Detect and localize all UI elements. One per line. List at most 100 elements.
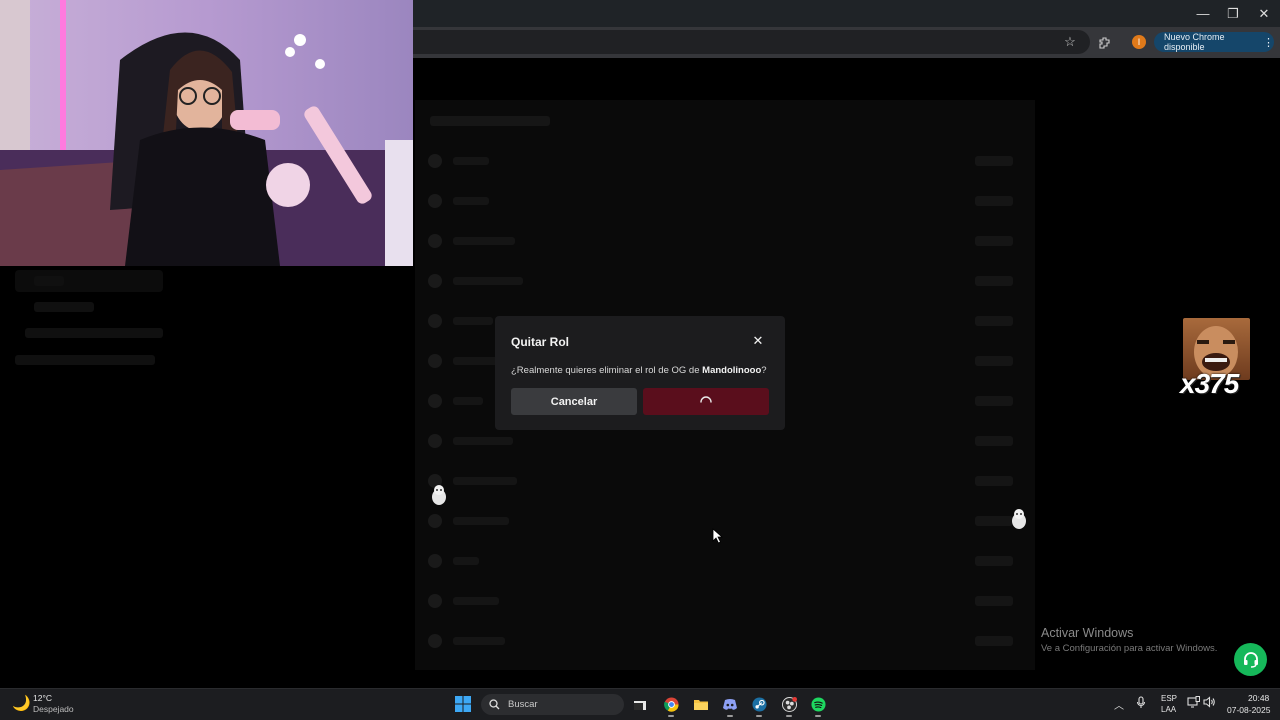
taskbar-search[interactable]: Buscar bbox=[481, 694, 624, 715]
member-row[interactable] bbox=[425, 151, 1025, 171]
input-layout[interactable]: LAA bbox=[1161, 705, 1176, 714]
microphone-icon[interactable] bbox=[1136, 696, 1146, 712]
close-window-button[interactable]: ✕ bbox=[1247, 0, 1280, 27]
member-name bbox=[453, 517, 509, 525]
member-name bbox=[453, 557, 479, 565]
member-avatar bbox=[428, 354, 442, 368]
member-avatar bbox=[428, 154, 442, 168]
member-action-button[interactable] bbox=[975, 196, 1013, 206]
volume-icon[interactable] bbox=[1203, 696, 1216, 711]
mouse-cursor-icon bbox=[712, 528, 724, 549]
member-name bbox=[453, 477, 517, 485]
dialog-message: ¿Realmente quieres eliminar el rol de OG… bbox=[511, 365, 767, 376]
member-name bbox=[453, 637, 505, 645]
member-action-button[interactable] bbox=[975, 476, 1013, 486]
bookmark-star-icon[interactable]: ☆ bbox=[1060, 33, 1080, 51]
member-action-button[interactable] bbox=[975, 316, 1013, 326]
member-row[interactable] bbox=[425, 631, 1025, 651]
sidebar-item[interactable] bbox=[34, 276, 64, 286]
member-name bbox=[453, 437, 513, 445]
minimize-button[interactable]: — bbox=[1186, 0, 1220, 27]
webcam-overlay bbox=[0, 0, 413, 266]
member-action-button[interactable] bbox=[975, 556, 1013, 566]
member-row[interactable] bbox=[425, 431, 1025, 451]
member-name bbox=[453, 237, 515, 245]
member-row[interactable] bbox=[425, 191, 1025, 211]
member-avatar bbox=[428, 314, 442, 328]
tray-chevron-up-icon[interactable]: ︿ bbox=[1114, 697, 1124, 712]
sidebar-item[interactable] bbox=[34, 302, 94, 312]
members-panel-header bbox=[430, 116, 550, 126]
sidebar-item[interactable] bbox=[25, 328, 163, 338]
member-name bbox=[453, 197, 489, 205]
member-name bbox=[453, 157, 489, 165]
remove-role-dialog: Quitar Rol ✕ ¿Realmente quieres eliminar… bbox=[495, 316, 785, 430]
extensions-icon[interactable] bbox=[1094, 33, 1114, 51]
member-name bbox=[453, 277, 523, 285]
dialog-username: Mandolinooo bbox=[702, 365, 762, 376]
close-icon[interactable]: ✕ bbox=[749, 332, 767, 350]
dialog-title: Quitar Rol bbox=[511, 335, 570, 349]
member-avatar bbox=[428, 434, 442, 448]
weather-description[interactable]: Despejado bbox=[33, 704, 74, 714]
member-row[interactable] bbox=[425, 511, 1025, 531]
member-name bbox=[453, 397, 483, 405]
pet-sticker bbox=[431, 484, 447, 506]
search-placeholder: Buscar bbox=[508, 699, 538, 710]
member-row[interactable] bbox=[425, 471, 1025, 491]
member-avatar bbox=[428, 634, 442, 648]
confirm-remove-button[interactable] bbox=[643, 388, 769, 415]
member-avatar bbox=[428, 194, 442, 208]
chrome-update-button[interactable]: Nuevo Chrome disponible ⋮ bbox=[1154, 32, 1274, 52]
windows-start-icon[interactable] bbox=[455, 696, 471, 712]
loading-spinner-icon bbox=[700, 395, 712, 403]
member-row[interactable] bbox=[425, 231, 1025, 251]
emote-sticker: x375 bbox=[1180, 318, 1250, 400]
input-language[interactable]: ESP bbox=[1161, 694, 1177, 703]
cancel-button[interactable]: Cancelar bbox=[511, 388, 637, 415]
taskbar-chrome-icon[interactable] bbox=[661, 695, 681, 717]
clock-date[interactable]: 07-08-2025 bbox=[1227, 705, 1270, 715]
member-action-button[interactable] bbox=[975, 636, 1013, 646]
member-name bbox=[453, 357, 501, 365]
taskbar-discord-icon[interactable] bbox=[720, 695, 740, 717]
member-name bbox=[453, 317, 493, 325]
member-avatar bbox=[428, 234, 442, 248]
member-action-button[interactable] bbox=[975, 396, 1013, 406]
pet-sticker bbox=[1011, 508, 1027, 530]
emote-counter: x375 bbox=[1180, 368, 1239, 399]
maximize-button[interactable]: ❐ bbox=[1216, 0, 1250, 27]
member-action-button[interactable] bbox=[975, 276, 1013, 286]
taskbar-file-explorer-icon[interactable] bbox=[630, 695, 650, 714]
headset-icon bbox=[1243, 651, 1258, 668]
support-chat-button[interactable] bbox=[1234, 643, 1267, 676]
taskbar-obs-icon[interactable] bbox=[779, 695, 799, 717]
weather-temperature[interactable]: 12°C bbox=[33, 693, 52, 703]
more-menu-icon[interactable]: ⋮ bbox=[1263, 36, 1274, 49]
activation-watermark-subtitle: Ve a Configuración para activar Windows. bbox=[1041, 643, 1218, 654]
sidebar-item[interactable] bbox=[15, 355, 155, 365]
member-row[interactable] bbox=[425, 551, 1025, 571]
member-avatar bbox=[428, 394, 442, 408]
taskbar-folder-icon[interactable] bbox=[691, 695, 711, 714]
profile-avatar[interactable]: I bbox=[1132, 35, 1146, 49]
member-action-button[interactable] bbox=[975, 356, 1013, 366]
search-icon bbox=[489, 699, 500, 710]
member-avatar bbox=[428, 554, 442, 568]
member-row[interactable] bbox=[425, 591, 1025, 611]
member-row[interactable] bbox=[425, 271, 1025, 291]
member-action-button[interactable] bbox=[975, 516, 1013, 526]
moon-weather-icon[interactable]: 🌙 bbox=[12, 694, 31, 712]
member-action-button[interactable] bbox=[975, 596, 1013, 606]
update-chip-label: Nuevo Chrome disponible bbox=[1164, 32, 1225, 52]
member-action-button[interactable] bbox=[975, 436, 1013, 446]
member-action-button[interactable] bbox=[975, 236, 1013, 246]
network-icon[interactable] bbox=[1187, 696, 1200, 711]
member-action-button[interactable] bbox=[975, 156, 1013, 166]
taskbar-spotify-icon[interactable] bbox=[808, 695, 828, 717]
clock-time[interactable]: 20:48 bbox=[1248, 693, 1269, 703]
member-name bbox=[453, 597, 499, 605]
member-avatar bbox=[428, 514, 442, 528]
taskbar-steam-icon[interactable] bbox=[749, 695, 769, 717]
member-avatar bbox=[428, 594, 442, 608]
